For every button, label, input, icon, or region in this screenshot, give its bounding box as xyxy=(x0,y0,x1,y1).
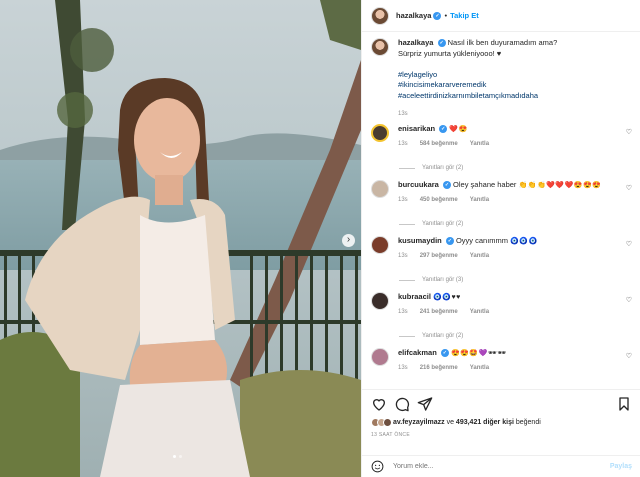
caption-username[interactable]: hazalkaya xyxy=(398,38,433,47)
comment-emoji: 😍😍🤩💜🕶🕶 xyxy=(450,350,507,357)
comment-like-count[interactable]: 216 beğenme xyxy=(420,365,458,371)
likes-count-link[interactable]: 493,421 diğer kişi xyxy=(456,419,514,426)
reply-button[interactable]: Yanıtla xyxy=(470,309,489,315)
commenter-username[interactable]: enisarikan xyxy=(398,124,435,133)
post-photo[interactable]: › xyxy=(0,0,361,477)
separator-dot: • xyxy=(444,11,448,20)
caption-time: 13s xyxy=(398,111,408,117)
commenter-username[interactable]: kusumaydin xyxy=(398,236,442,245)
comment-time: 13s xyxy=(398,309,408,315)
caption-text-line1: Nasıl ilk ben duyuramadım ama? xyxy=(447,38,558,47)
comment-emoji: 🧿🧿♥♥ xyxy=(433,294,461,301)
next-image-button[interactable]: › xyxy=(342,234,355,247)
reply-button[interactable]: Yanıtla xyxy=(470,141,489,147)
first-liker-username[interactable]: av.feyzayilmazz xyxy=(393,419,445,426)
save-bookmark-icon[interactable] xyxy=(616,396,632,412)
carousel-dots xyxy=(173,455,182,458)
author-username[interactable]: hazalkaya xyxy=(396,11,431,20)
post-header: hazalkaya ✓ • Takip Et xyxy=(362,0,640,32)
likes-summary: av.feyzayilmazz ve 493,421 diğer kişi be… xyxy=(371,418,632,427)
commenter-username[interactable]: elifcakman xyxy=(398,348,437,357)
comment-item: enisarikan ✓ ❤️😍 13s 584 beğenme Yanıtla Y… xyxy=(371,124,632,176)
replies-line xyxy=(399,167,415,169)
verified-badge-icon: ✓ xyxy=(439,125,448,134)
commenter-avatar[interactable] xyxy=(371,348,389,366)
liker-avatars xyxy=(371,418,392,427)
comment-like-count[interactable]: 241 beğenme xyxy=(420,309,458,315)
add-comment-bar: Paylaş xyxy=(362,455,640,477)
comment-like-count[interactable]: 297 beğenme xyxy=(420,253,458,259)
commenter-avatar[interactable] xyxy=(371,180,389,198)
post-photo-illustration xyxy=(0,0,361,477)
post-comment-button[interactable]: Paylaş xyxy=(610,463,632,470)
comment-like-count[interactable]: 584 beğenme xyxy=(420,141,458,147)
replies-line xyxy=(399,335,415,337)
view-replies-label: Yanıtları gör (3) xyxy=(422,277,464,283)
hashtag-link[interactable]: #aceleettirdinizkarnımbiletamçıkmadıdaha xyxy=(398,91,557,102)
commenter-username[interactable]: burcuukara xyxy=(398,180,439,189)
commenter-username[interactable]: kubraacil xyxy=(398,292,431,301)
verified-badge-icon: ✓ xyxy=(433,11,442,20)
post-actions: av.feyzayilmazz ve 493,421 diğer kişi be… xyxy=(362,389,640,438)
liker-avatar xyxy=(383,418,392,427)
view-replies-label: Yanıtları gör (2) xyxy=(422,221,464,227)
comment-bubble-icon[interactable] xyxy=(394,396,410,412)
comment-like-heart-icon[interactable]: ♡ xyxy=(626,128,632,136)
comment-item: kubraacil 🧿🧿♥♥ 13s 241 beğenme Yanıtla Yan… xyxy=(371,292,632,344)
comment-text: Oyyy canımmm xyxy=(455,236,509,245)
verified-badge-icon: ✓ xyxy=(437,39,446,48)
reply-button[interactable]: Yanıtla xyxy=(470,365,489,371)
caption-text-line2: Sürpriz yumurta yükleniyooo! ♥ xyxy=(398,48,502,58)
comment-time: 13s xyxy=(398,197,408,203)
reply-button[interactable]: Yanıtla xyxy=(470,197,489,203)
comment-item: kusumaydin ✓ Oyyy canımmm 🧿🧿🧿 13s 297 beğ… xyxy=(371,236,632,288)
verified-badge-icon: ✓ xyxy=(442,181,451,190)
comment-time: 13s xyxy=(398,365,408,371)
like-heart-icon[interactable] xyxy=(371,396,387,412)
comment-item: burcuukara ✓ Oley şahane haber 👏👏👏❤️❤️❤️… xyxy=(371,180,632,232)
post-timestamp: 13 SAAT ÖNCE xyxy=(371,432,410,438)
view-replies-button[interactable]: Yanıtları gör (2) xyxy=(399,165,463,171)
comment-like-heart-icon[interactable]: ♡ xyxy=(626,352,632,360)
post-details-panel: hazalkaya ✓ • Takip Et hazalkaya ✓ Nasıl… xyxy=(361,0,640,477)
author-avatar[interactable] xyxy=(371,6,389,25)
view-replies-button[interactable]: Yanıtları gör (2) xyxy=(399,333,463,339)
commenter-avatar[interactable] xyxy=(371,292,389,310)
share-paper-plane-icon[interactable] xyxy=(417,396,433,412)
comment-like-heart-icon[interactable]: ♡ xyxy=(626,296,632,304)
commenter-avatar[interactable] xyxy=(371,236,389,254)
caption-author-avatar[interactable] xyxy=(371,38,389,56)
comment-emoji: 👏👏👏❤️❤️❤️😍😍😍 xyxy=(518,182,602,189)
comment-emoji: ❤️😍 xyxy=(449,126,468,133)
likes-connector: ve xyxy=(444,419,456,426)
commenter-avatar[interactable] xyxy=(371,124,389,142)
carousel-dot xyxy=(179,455,182,458)
comment-emoji: 🧿🧿🧿 xyxy=(510,238,538,245)
emoji-smiley-icon[interactable] xyxy=(371,460,384,473)
post-caption: hazalkaya ✓ Nasıl ilk ben duyuramadım am… xyxy=(371,38,630,120)
reply-button[interactable]: Yanıtla xyxy=(470,253,489,259)
view-replies-label: Yanıtları gör (2) xyxy=(422,165,464,171)
comment-time: 13s xyxy=(398,141,408,147)
comment-like-heart-icon[interactable]: ♡ xyxy=(626,240,632,248)
verified-badge-icon: ✓ xyxy=(445,237,454,246)
comment-input[interactable] xyxy=(393,463,610,470)
comment-text: Oley şahane haber xyxy=(453,180,517,189)
view-replies-button[interactable]: Yanıtları gör (3) xyxy=(399,277,463,283)
carousel-dot xyxy=(173,455,176,458)
replies-line xyxy=(399,223,415,225)
hashtag-link[interactable]: #leylageliyo xyxy=(398,70,557,81)
comment-like-heart-icon[interactable]: ♡ xyxy=(626,184,632,192)
view-replies-button[interactable]: Yanıtları gör (2) xyxy=(399,221,463,227)
view-replies-label: Yanıtları gör (2) xyxy=(422,333,464,339)
likes-suffix: beğendi xyxy=(513,419,541,426)
replies-line xyxy=(399,279,415,281)
hashtag-link[interactable]: #ikincisimekararveremedik xyxy=(398,80,557,91)
verified-badge-icon: ✓ xyxy=(440,349,449,358)
comment-time: 13s xyxy=(398,253,408,259)
comment-like-count[interactable]: 450 beğenme xyxy=(420,197,458,203)
follow-button[interactable]: Takip Et xyxy=(450,11,479,20)
